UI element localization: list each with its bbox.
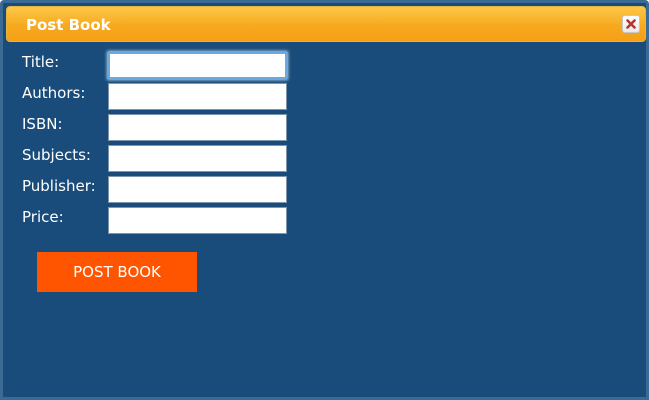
price-input[interactable] [108, 207, 287, 234]
post-book-dialog: Post Book Title: Authors: ISBN: Subjects… [0, 0, 649, 400]
authors-input[interactable] [108, 83, 287, 110]
isbn-label: ISBN: [22, 115, 63, 133]
close-button[interactable] [622, 15, 640, 33]
authors-label: Authors: [22, 84, 86, 102]
page: Post Book Title: Authors: ISBN: Subjects… [0, 0, 649, 400]
dialog-titlebar[interactable]: Post Book [6, 6, 646, 42]
dialog-title: Post Book [26, 16, 111, 34]
publisher-input[interactable] [108, 176, 287, 203]
title-label: Title: [22, 53, 60, 71]
post-book-button[interactable]: POST BOOK [37, 252, 197, 292]
subjects-input[interactable] [108, 145, 287, 172]
price-label: Price: [22, 208, 64, 226]
close-icon [626, 19, 636, 29]
publisher-label: Publisher: [22, 177, 96, 195]
isbn-input[interactable] [108, 114, 287, 141]
title-input[interactable] [108, 52, 287, 79]
subjects-label: Subjects: [22, 146, 91, 164]
